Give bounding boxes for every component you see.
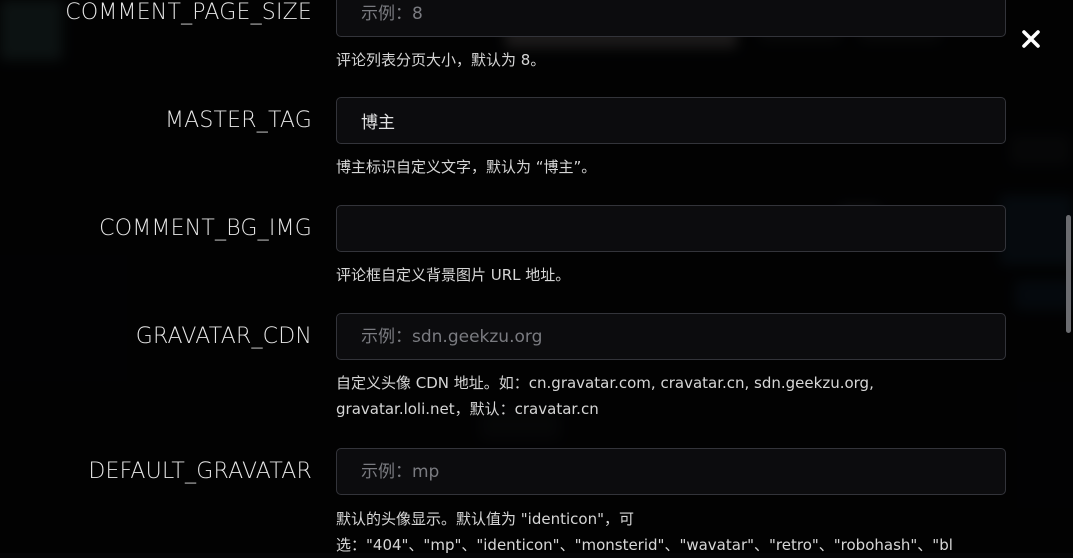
comment-page-size-input[interactable] — [336, 0, 1006, 37]
gravatar-cdn-input[interactable] — [336, 313, 1006, 360]
field-label: DEFAULT_GRAVATAR — [12, 459, 312, 484]
field-help-line: 默认的头像显示。默认值为 "identicon"，可 — [336, 506, 1008, 532]
field-help: 评论框自定义背景图片 URL 地址。 — [336, 262, 1008, 288]
master-tag-input[interactable] — [336, 97, 1006, 144]
field-help-line: 选："404"、"mp"、"identicon"、"monsterid"、"wa… — [336, 532, 1004, 558]
field-help-line: 自定义头像 CDN 地址。如：cn.gravatar.com, cravatar… — [336, 370, 1008, 396]
comment-bg-img-input[interactable] — [336, 205, 1006, 252]
field-label: COMMENT_BG_IMG — [12, 216, 312, 241]
default-gravatar-input[interactable] — [336, 448, 1006, 495]
field-help-line: gravatar.loli.net，默认：cravatar.cn — [336, 396, 1008, 422]
field-label: MASTER_TAG — [12, 108, 312, 133]
settings-modal: COMMENT_PAGE_SIZE 评论列表分页大小，默认为 8。 MASTER… — [0, 0, 1073, 553]
scrollbar-thumb[interactable] — [1066, 215, 1071, 333]
field-label: GRAVATAR_CDN — [12, 324, 312, 349]
field-help: 评论列表分页大小，默认为 8。 — [336, 47, 1008, 73]
close-icon — [1020, 28, 1042, 50]
field-label: COMMENT_PAGE_SIZE — [12, 0, 312, 25]
field-help: 博主标识自定义文字，默认为 “博主”。 — [336, 154, 1008, 180]
close-button[interactable] — [1016, 24, 1046, 54]
